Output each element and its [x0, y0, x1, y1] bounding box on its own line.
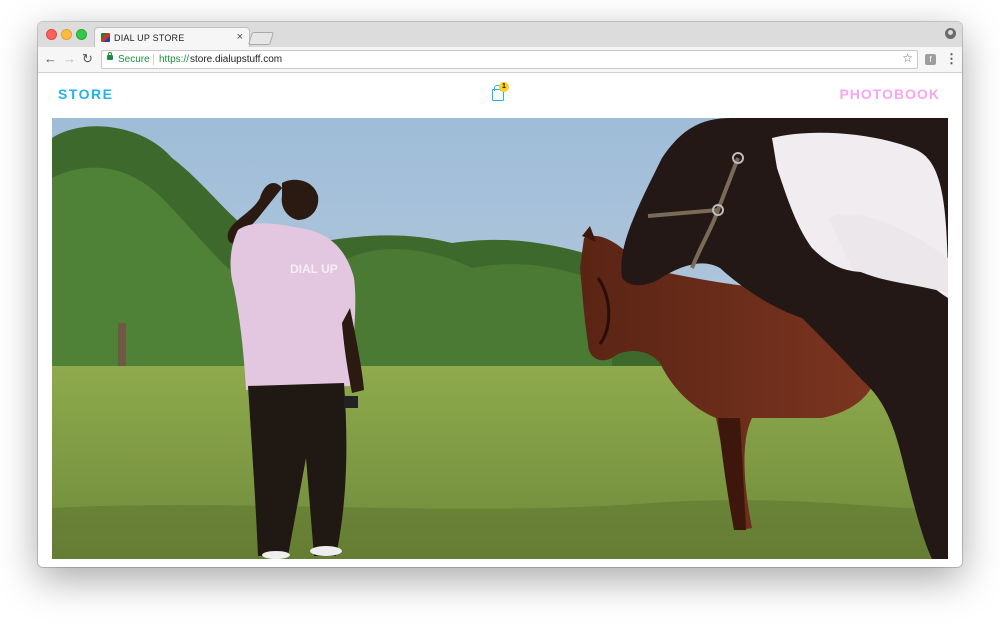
tab-dial-up-store[interactable]: DIAL UP STORE × — [94, 27, 250, 48]
bookmark-star-icon[interactable]: ☆ — [902, 50, 913, 67]
address-bar[interactable]: Secure https:// store.dialupstuff.com ☆ — [101, 50, 918, 69]
secure-label: Secure — [118, 54, 150, 65]
url-scheme: https:// — [159, 54, 190, 65]
lock-icon — [107, 52, 113, 60]
cart-count-badge: 1 — [499, 82, 509, 92]
extension-icon[interactable]: f — [925, 54, 936, 65]
store-page: STORE 1 PHOTOBOOK DIAL UP — [38, 73, 962, 567]
tab-title: DIAL UP STORE — [114, 33, 185, 43]
browser-toolbar: ← → ↻ Secure https:// store.dialupstuff.… — [38, 47, 962, 73]
url-host: store.dialupstuff.com — [190, 54, 283, 65]
maximize-window-button[interactable] — [76, 29, 87, 40]
close-window-button[interactable] — [46, 29, 57, 40]
tab-bar: DIAL UP STORE × — [38, 22, 962, 48]
store-link[interactable]: STORE — [58, 86, 113, 102]
browser-window: DIAL UP STORE × ← → ↻ Secure https:// st… — [38, 22, 962, 567]
forward-button[interactable]: → — [63, 51, 76, 67]
omnibox-divider — [153, 54, 154, 65]
tab-close-icon[interactable]: × — [237, 31, 243, 43]
browser-menu-icon[interactable]: ⋮ — [945, 51, 958, 67]
photobook-link[interactable]: PHOTOBOOK — [839, 86, 940, 102]
new-tab-button[interactable] — [247, 32, 275, 45]
hero-photo: DIAL UP — [52, 118, 948, 559]
back-button[interactable]: ← — [44, 51, 57, 67]
profile-icon[interactable] — [945, 28, 956, 39]
reload-button[interactable]: ↻ — [82, 51, 93, 67]
site-favicon-icon — [101, 33, 110, 42]
minimize-window-button[interactable] — [61, 29, 72, 40]
shirt-print: DIAL UP — [290, 262, 338, 276]
